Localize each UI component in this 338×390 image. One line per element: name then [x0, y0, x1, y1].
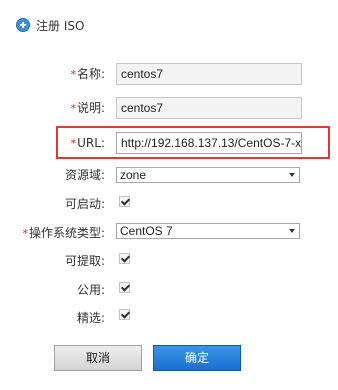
chevron-down-icon	[289, 229, 295, 233]
featured-checkbox[interactable]	[119, 309, 130, 320]
required-mark: *	[70, 137, 77, 150]
dialog-title: 注册 ISO	[36, 18, 85, 33]
bootable-checkbox[interactable]	[119, 196, 130, 207]
dialog-header: 注册 ISO	[16, 16, 84, 34]
chevron-down-icon	[289, 173, 295, 177]
zone-select[interactable]: zone	[116, 167, 300, 183]
description-label: *说明:	[70, 101, 105, 115]
cancel-button[interactable]: 取消	[54, 345, 142, 371]
extractable-checkbox[interactable]	[119, 253, 130, 264]
os-type-select[interactable]: CentOS 7	[116, 223, 300, 239]
description-input[interactable]: centos7	[116, 97, 302, 119]
bootable-label: 可启动:	[64, 197, 105, 211]
required-mark: *	[70, 102, 76, 115]
name-label: *名称:	[70, 67, 105, 81]
public-checkbox[interactable]	[119, 282, 130, 293]
extractable-label: 可提取:	[64, 254, 105, 268]
os-type-select-value: CentOS 7	[120, 224, 173, 238]
public-label: 公用:	[76, 283, 105, 297]
zone-select-value: zone	[120, 168, 147, 182]
zone-label: 资源域:	[64, 168, 105, 182]
os-type-label: *操作系统类型:	[22, 226, 105, 240]
url-label: *URL:	[70, 136, 105, 150]
add-circle-icon	[16, 18, 30, 32]
required-mark: *	[70, 68, 76, 81]
url-input[interactable]: http://192.168.137.13/CentOS-7-x86_64-DV…	[116, 132, 302, 154]
name-input[interactable]: centos7	[116, 63, 302, 85]
required-mark: *	[22, 227, 28, 240]
featured-label: 精选:	[76, 311, 105, 325]
ok-button[interactable]: 确定	[153, 345, 241, 371]
